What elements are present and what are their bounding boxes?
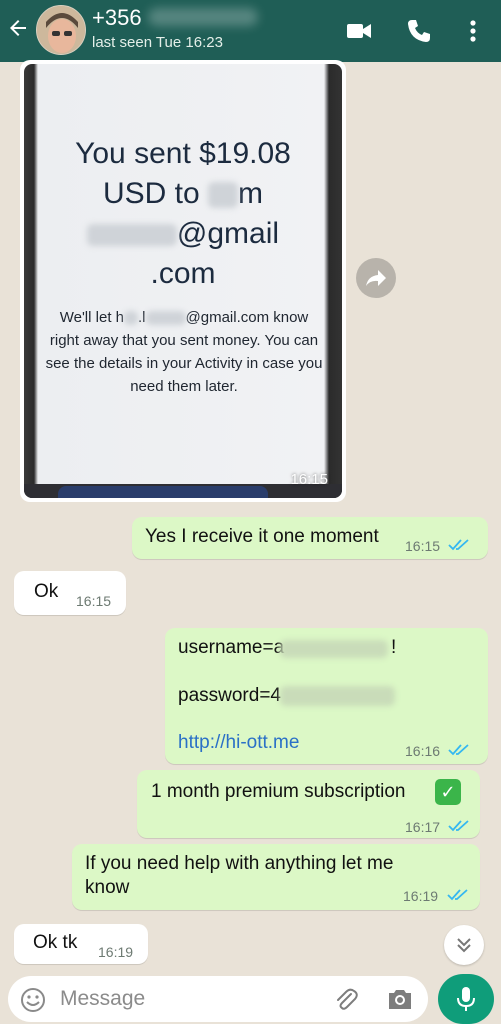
image-message[interactable]: You sent $19.08 USD to m @gmail .com We'…: [20, 60, 346, 502]
video-call-icon[interactable]: [344, 16, 374, 46]
payment-body: We'll let h .l @gmail.com know right away …: [45, 309, 323, 395]
phone-icon[interactable]: [404, 16, 434, 46]
message-time: 16:15: [76, 593, 112, 609]
message-text: If you need help with anything let me kn…: [85, 853, 394, 898]
back-arrow-icon[interactable]: [6, 16, 30, 40]
avatar[interactable]: [36, 5, 86, 55]
message-time: 16:17: [405, 819, 441, 835]
username-text: username=a: [178, 637, 285, 658]
message-text: Ok: [34, 581, 59, 602]
double-tick-icon: [448, 820, 469, 832]
contact-name[interactable]: +356: [92, 5, 142, 31]
message-input[interactable]: [60, 986, 320, 1012]
message-bubble-outgoing[interactable]: 1 month premium subscription ✓ 16:17: [137, 770, 480, 838]
last-seen-status: last seen Tue 16:23: [92, 34, 223, 51]
message-bubble-outgoing[interactable]: If you need help with anything let me kn…: [72, 844, 480, 910]
redacted-name: [148, 8, 258, 26]
camera-icon[interactable]: [386, 986, 414, 1012]
forward-icon: [366, 270, 386, 286]
payment-screenshot: You sent $19.08 USD to m @gmail .com We'…: [24, 64, 342, 498]
message-bubble-incoming[interactable]: Ok 16:15: [14, 571, 126, 615]
forward-button[interactable]: [356, 258, 396, 298]
message-time: 16:16: [405, 743, 441, 759]
attach-icon[interactable]: [333, 986, 359, 1012]
message-bubble-incoming[interactable]: Ok tk 16:19: [14, 924, 148, 964]
message-time: 16:19: [403, 888, 439, 904]
double-tick-icon: [448, 744, 469, 756]
message-bubble-outgoing[interactable]: username=a ! password=4 http://hi-ott.me…: [165, 628, 488, 764]
message-text: Ok tk: [33, 932, 78, 953]
message-text: 1 month premium subscription: [151, 781, 406, 802]
check-emoji-icon: ✓: [435, 779, 461, 805]
message-bubble-outgoing[interactable]: Yes I receive it one moment 16:15: [132, 517, 488, 559]
password-text: password=4: [178, 685, 281, 706]
link-hi-ott[interactable]: http://hi-ott.me: [178, 732, 299, 754]
message-time: 16:19: [98, 944, 134, 960]
payment-title: You sent $19.08 USD to m @gmail .com: [75, 137, 291, 290]
mic-icon: [457, 987, 475, 1011]
chevron-double-down-icon: [457, 938, 471, 953]
voice-message-button[interactable]: [438, 974, 494, 1024]
double-tick-icon: [448, 539, 469, 551]
message-time: 16:15: [290, 471, 328, 488]
message-text: Yes I receive it one moment: [145, 526, 379, 547]
scroll-to-bottom-button[interactable]: [444, 925, 484, 965]
more-vert-icon[interactable]: [458, 16, 488, 46]
message-time: 16:15: [405, 538, 441, 554]
chat-header: +356 last seen Tue 16:23: [0, 0, 501, 62]
double-tick-icon: [447, 889, 468, 901]
emoji-icon[interactable]: [20, 987, 46, 1013]
message-composer: [8, 976, 428, 1022]
